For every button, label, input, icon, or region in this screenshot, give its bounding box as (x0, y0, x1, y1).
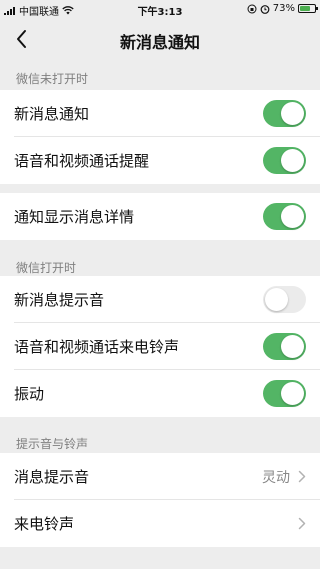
row-label: 振动 (14, 385, 45, 403)
row-label: 通知显示消息详情 (14, 208, 135, 226)
toggle-knob (281, 102, 304, 125)
row-show-details: 通知显示消息详情 (0, 193, 320, 240)
notification-tone-value: 灵动 (262, 470, 290, 486)
battery-icon (298, 4, 318, 13)
chevron-right-icon (298, 517, 306, 530)
toggle-knob (281, 335, 304, 358)
row-label: 消息提示音 (14, 468, 90, 486)
row-message-sound: 新消息提示音 (0, 276, 320, 323)
row-label: 新消息通知 (14, 105, 90, 123)
row-incoming-ringtone[interactable]: 来电铃声 (0, 500, 320, 547)
row-vibration: 振动 (0, 370, 320, 417)
new-message-toggle[interactable] (263, 100, 306, 127)
row-label: 新消息提示音 (14, 291, 105, 309)
battery-percent: 73% (272, 3, 295, 14)
show-details-toggle[interactable] (263, 203, 306, 230)
row-new-message: 新消息通知 (0, 90, 320, 137)
status-bar-right: 73% (247, 3, 318, 14)
nav-bar: 新消息通知 (0, 20, 320, 58)
row-label: 语音和视频通话提醒 (14, 152, 150, 170)
row-call-ringtone: 语音和视频通话来电铃声 (0, 323, 320, 370)
row-notification-tone[interactable]: 消息提示音 灵动 (0, 453, 320, 500)
message-sound-toggle[interactable] (263, 286, 306, 313)
page-title: 新消息通知 (119, 33, 200, 52)
toggle-knob (281, 205, 304, 228)
alarm-icon (260, 4, 270, 14)
section-header-closed: 微信未打开时 (16, 72, 89, 86)
call-ringtone-toggle[interactable] (263, 333, 306, 360)
row-label: 语音和视频通话来电铃声 (14, 338, 180, 356)
chevron-right-icon (298, 470, 306, 483)
section-header-sounds: 提示音与铃声 (16, 437, 89, 451)
toggle-knob (281, 149, 304, 172)
status-bar: 中国联通 下午3:13 73% (0, 0, 320, 20)
toggle-knob (265, 288, 288, 311)
row-label: 来电铃声 (14, 515, 75, 533)
orientation-lock-icon (247, 4, 257, 13)
vibration-toggle[interactable] (263, 380, 306, 407)
row-call-reminder: 语音和视频通话提醒 (0, 137, 320, 184)
toggle-knob (281, 382, 304, 405)
call-reminder-toggle[interactable] (263, 147, 306, 174)
